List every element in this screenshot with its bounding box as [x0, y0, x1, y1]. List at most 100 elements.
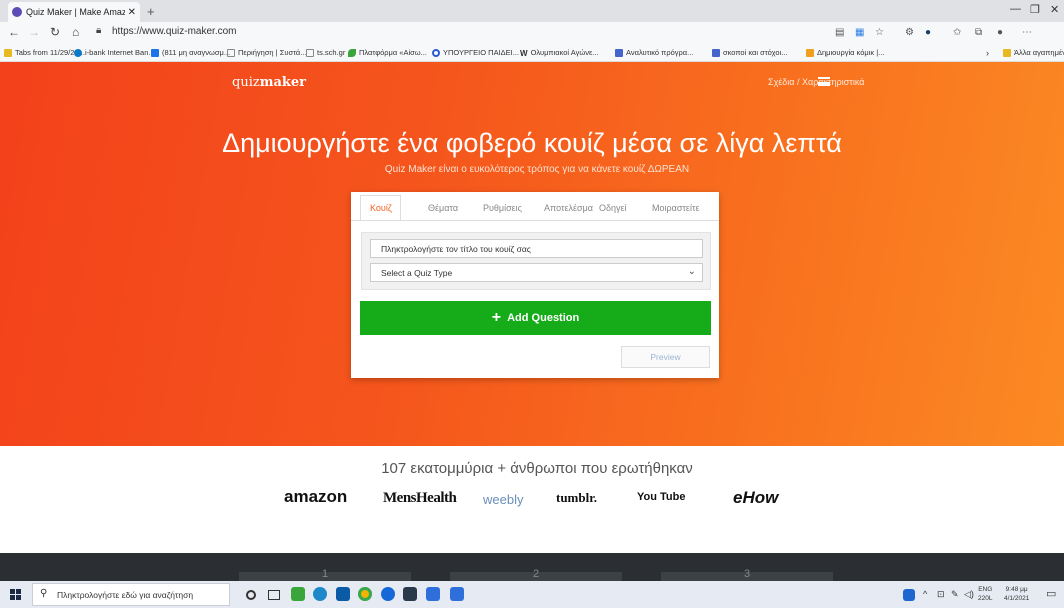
- extension-icon[interactable]: ▦: [855, 27, 864, 38]
- quiz-type-select[interactable]: Select a Quiz Type ⌄: [370, 263, 703, 282]
- restore-icon[interactable]: ❐: [1030, 3, 1040, 16]
- favorite-item[interactable]: Αναλυτικό πρόγρα...: [615, 48, 693, 57]
- chrome-icon[interactable]: [358, 587, 372, 601]
- hamburger-menu-icon[interactable]: [818, 77, 830, 86]
- close-window-icon[interactable]: ✕: [1050, 3, 1059, 16]
- favorite-item[interactable]: Πλατφόρμα «Αίσω...: [348, 48, 427, 57]
- preview-button[interactable]: Preview: [621, 346, 710, 368]
- favorite-item[interactable]: σκοποί και στόχοι...: [712, 48, 787, 57]
- app-tray-icon[interactable]: [903, 589, 915, 601]
- quiz-form: Πληκτρολογήστε τον τίτλο του κουίζ σας S…: [361, 232, 711, 290]
- document-icon: [615, 48, 623, 57]
- url-field[interactable]: https://www.quiz-maker.com: [112, 26, 236, 37]
- people-quizzed-stat: 107 εκατομμύρια + άνθρωποι που ερωτήθηκα…: [381, 460, 693, 477]
- favorite-item[interactable]: Περιήγηση | Συστά...: [227, 48, 307, 57]
- volume-icon[interactable]: ◁): [964, 589, 974, 600]
- app-icon[interactable]: [291, 587, 305, 601]
- chevron-up-icon[interactable]: ^: [923, 589, 927, 599]
- mail-icon: [151, 48, 159, 57]
- favorites-bar: Tabs from 11/29/20... i-bank Internet Ba…: [0, 44, 1064, 62]
- amazon-logo: amazon: [284, 487, 348, 506]
- favorite-item[interactable]: ΥΠΟΥΡΓΕΙΟ ΠΑΙΔΕΙ...: [432, 48, 519, 57]
- app-icon[interactable]: [381, 587, 395, 601]
- browser-extension-icon[interactable]: ●: [925, 27, 931, 38]
- more-menu-icon[interactable]: ⋯: [1022, 27, 1032, 38]
- tab-results[interactable]: Αποτελέσμα: [544, 203, 593, 213]
- document-icon: [712, 48, 720, 57]
- browser-tab-strip: Quiz Maker | Make Amazing Onl ✕ + — ❐ ✕: [0, 0, 1064, 22]
- tab-share[interactable]: Μοιραστείτε: [652, 203, 719, 213]
- tabs-divider: [351, 220, 719, 221]
- browser-tab[interactable]: Quiz Maker | Make Amazing Onl ✕: [8, 2, 140, 22]
- taskbar-search[interactable]: ⚲ Πληκτρολογήστε εδώ για αναζήτηση: [32, 583, 230, 606]
- reader-icon[interactable]: ▤: [835, 27, 844, 38]
- hero-section: quizmaker Σχέδια / Χαρακτηριστικά Δημιου…: [0, 62, 1064, 446]
- profile-avatar-icon[interactable]: ●: [997, 27, 1003, 38]
- favorites-chevron-icon[interactable]: ›: [986, 48, 989, 58]
- favorite-star-icon[interactable]: ☆: [875, 27, 884, 38]
- other-favorites[interactable]: Άλλα αγαπημένα: [1003, 48, 1064, 57]
- collections-icon[interactable]: ⧉: [975, 27, 982, 38]
- step-box: 3: [661, 569, 833, 581]
- clock[interactable]: 9:48 μμ 4/1/2021: [1004, 585, 1029, 603]
- back-icon[interactable]: ←: [8, 25, 20, 39]
- ehow-logo: eHow: [733, 488, 779, 507]
- ministry-icon: [432, 48, 440, 57]
- menshealth-logo: MensHealth: [383, 490, 457, 506]
- tab-settings[interactable]: Ρυθμίσεις: [483, 203, 522, 213]
- tab-title: Quiz Maker | Make Amazing Onl: [26, 7, 125, 17]
- favorites-icon[interactable]: ✩: [953, 27, 961, 38]
- task-view-icon[interactable]: [268, 590, 280, 600]
- app-icon[interactable]: [403, 587, 417, 601]
- windows-start-icon[interactable]: [10, 589, 21, 600]
- sync-icon[interactable]: ⚙: [905, 27, 914, 38]
- refresh-icon[interactable]: ↻: [50, 25, 60, 39]
- bank-icon: [74, 48, 82, 57]
- weebly-logo: weebly: [483, 492, 524, 507]
- favorite-item[interactable]: Δημιουργία κόμικ |...: [806, 48, 884, 57]
- quiz-type-selected: Select a Quiz Type: [381, 268, 453, 278]
- favorite-item[interactable]: W Ολυμπιακοί Αγώνε...: [520, 48, 599, 58]
- app-icon[interactable]: [426, 587, 440, 601]
- page-icon: [227, 48, 235, 57]
- favorite-item[interactable]: ts.sch.gr: [306, 48, 345, 57]
- minimize-icon[interactable]: —: [1010, 3, 1021, 15]
- quiz-builder-card: Κουίζ Θέματα Ρυθμίσεις Αποτελέσμα Οδηγεί…: [351, 192, 719, 378]
- tab-guide[interactable]: Οδηγεί: [599, 203, 627, 213]
- step-box: 2: [450, 569, 622, 581]
- favorite-item[interactable]: i-bank Internet Ban...: [74, 48, 155, 57]
- cortana-icon[interactable]: [246, 590, 256, 600]
- pen-icon[interactable]: ✎: [951, 589, 959, 600]
- tab-quiz[interactable]: Κουίζ: [370, 203, 392, 213]
- quiz-title-input[interactable]: Πληκτρολογήστε τον τίτλο του κουίζ σας: [370, 239, 703, 258]
- home-icon[interactable]: ⌂: [72, 25, 79, 39]
- notification-icon[interactable]: ▭: [1046, 587, 1056, 600]
- quizmaker-favicon-icon: [12, 7, 22, 17]
- language-indicator[interactable]: ENG 220L: [978, 585, 992, 603]
- store-icon[interactable]: [336, 587, 350, 601]
- new-tab-button[interactable]: +: [147, 4, 155, 19]
- tumblr-logo: tumblr.: [556, 490, 598, 505]
- search-placeholder: Πληκτρολογήστε εδώ για αναζήτηση: [57, 590, 194, 600]
- tab-topics[interactable]: Θέματα: [428, 203, 458, 213]
- favorite-item[interactable]: Tabs from 11/29/20...: [4, 48, 85, 57]
- lock-icon: 🔒︎: [96, 25, 102, 36]
- favorite-item[interactable]: (811 μη αναγνωσμ...: [151, 48, 230, 57]
- folder-icon: [1003, 48, 1011, 57]
- windows-taskbar: ⚲ Πληκτρολογήστε εδώ για αναζήτηση ^ ⊡ ✎…: [0, 581, 1064, 608]
- app-icon[interactable]: [450, 587, 464, 601]
- edge-icon[interactable]: [313, 587, 327, 601]
- network-icon[interactable]: ⊡: [937, 589, 945, 600]
- hero-title: Δημιουργήστε ένα φοβερό κουίζ μέσα σε λί…: [222, 128, 842, 158]
- comic-icon: [806, 48, 814, 57]
- step-box: 1: [239, 569, 411, 581]
- plans-features-link[interactable]: Σχέδια / Χαρακτηριστικά: [768, 77, 864, 87]
- add-question-button[interactable]: + Add Question: [360, 301, 711, 335]
- forward-icon[interactable]: →: [28, 25, 40, 39]
- address-bar-row: ← → ↻ ⌂ 🔒︎ https://www.quiz-maker.com ▤ …: [0, 22, 1064, 44]
- leaf-icon: [348, 48, 356, 57]
- plus-icon: +: [491, 309, 502, 326]
- close-tab-icon[interactable]: ✕: [128, 7, 136, 18]
- add-question-label: Add Question: [507, 312, 580, 324]
- quizmaker-logo[interactable]: quizmaker: [232, 75, 306, 90]
